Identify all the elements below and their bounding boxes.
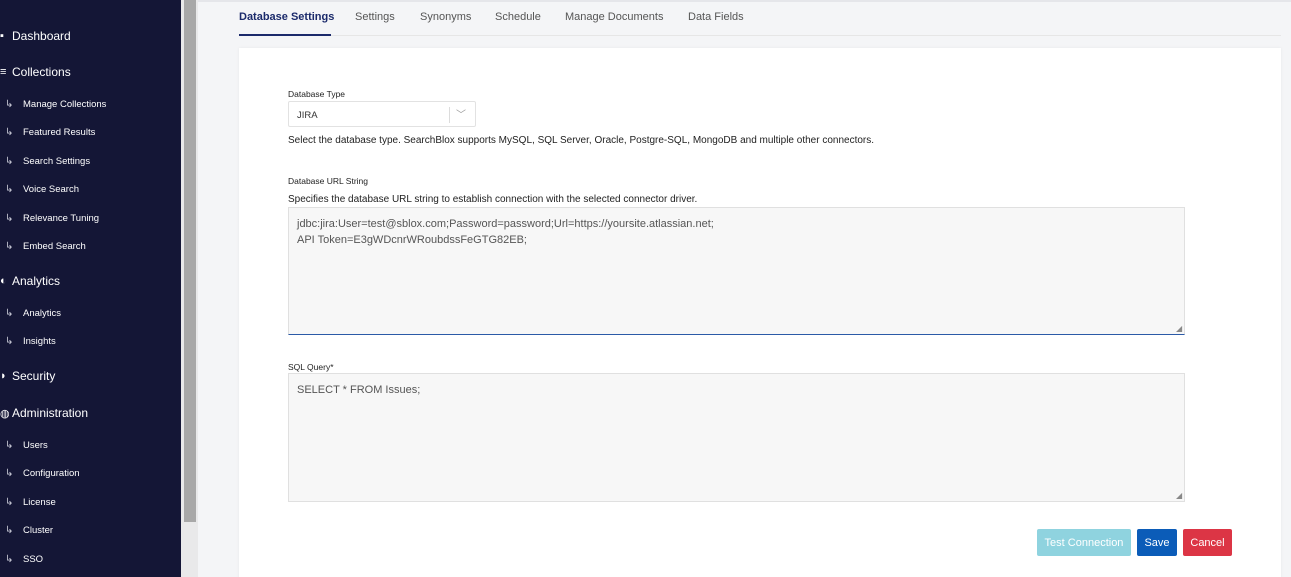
subitem-arrow-icon: ↳: [5, 127, 14, 138]
sidebar-item-label: Collections: [12, 65, 71, 79]
database-url-textarea[interactable]: jdbc:jira:User=test@sblox.com;Password=p…: [288, 207, 1185, 335]
test-connection-button[interactable]: Test Connection: [1037, 529, 1131, 556]
sidebar-item-analytics[interactable]: ↳ Analytics: [0, 308, 61, 319]
sidebar-item-insights[interactable]: ↳ Insights: [0, 336, 56, 347]
subitem-arrow-icon: ↳: [5, 497, 14, 508]
sidebar-item-label: Search Settings: [23, 156, 91, 167]
sidebar-item-label: SSO: [23, 554, 44, 565]
tab-manage-documents[interactable]: Manage Documents: [565, 11, 663, 23]
sidebar-item-label: Insights: [23, 336, 56, 347]
subitem-arrow-icon: ↳: [5, 184, 14, 195]
subitem-arrow-icon: ↳: [5, 213, 14, 224]
sidebar-item-label: Manage Collections: [23, 99, 107, 110]
dashboard-icon: ▪: [0, 30, 4, 42]
sql-query-label: SQL Query*: [288, 362, 334, 372]
subitem-arrow-icon: ↳: [5, 308, 14, 319]
sidebar-scrollbar-thumb[interactable]: [184, 0, 196, 522]
sidebar-item-relevance-tuning[interactable]: ↳ Relevance Tuning: [0, 213, 99, 224]
cancel-button[interactable]: Cancel: [1183, 529, 1232, 556]
subitem-arrow-icon: ↳: [5, 440, 14, 451]
sidebar-item-label: Security: [12, 369, 56, 383]
database-url-label: Database URL String: [288, 176, 369, 186]
subitem-arrow-icon: ↳: [5, 525, 14, 536]
collections-icon: ≡: [0, 66, 7, 78]
sidebar-item-search-settings[interactable]: ↳ Search Settings: [0, 156, 90, 167]
sidebar-item-label: Analytics: [12, 274, 61, 288]
sql-query-textarea[interactable]: SELECT * FROM Issues;: [288, 373, 1185, 502]
sidebar-item-sso[interactable]: ↳ SSO: [0, 554, 43, 565]
sidebar-item-featured-results[interactable]: ↳ Featured Results: [0, 127, 95, 138]
tab-schedule[interactable]: Schedule: [495, 11, 541, 23]
sidebar-item-label: Analytics: [23, 308, 62, 319]
resize-grip-icon[interactable]: ◢: [1176, 325, 1184, 333]
sidebar-item-label: Relevance Tuning: [23, 213, 100, 224]
sidebar-item-users[interactable]: ↳ Users: [0, 440, 48, 451]
administration-icon: ◍: [0, 407, 10, 420]
select-separator: [449, 107, 450, 123]
sidebar-item-label: Administration: [12, 406, 89, 420]
tab-synonyms[interactable]: Synonyms: [420, 11, 471, 23]
sidebar-item-label: Voice Search: [23, 184, 79, 195]
sidebar-item-security[interactable]: ◗ Security: [0, 369, 55, 383]
resize-grip-icon[interactable]: ◢: [1176, 492, 1184, 500]
security-icon: ◗: [0, 370, 7, 382]
sidebar-item-dashboard[interactable]: ▪ Dashboard: [0, 29, 71, 43]
subitem-arrow-icon: ↳: [5, 156, 14, 167]
sidebar-item-label: Cluster: [23, 525, 54, 536]
active-tab-indicator: [239, 34, 331, 36]
database-type-select[interactable]: JIRA ﹀: [288, 101, 476, 127]
sidebar-item-analytics-section[interactable]: ◐ Analytics: [0, 274, 60, 288]
tab-data-fields[interactable]: Data Fields: [688, 11, 744, 23]
subitem-arrow-icon: ↳: [5, 99, 14, 110]
database-type-help: Select the database type. SearchBlox sup…: [288, 135, 875, 146]
database-type-value: JIRA: [297, 110, 318, 121]
tab-bar: Database Settings Settings Synonyms Sche…: [239, 0, 1281, 36]
analytics-icon: ◐: [0, 275, 7, 287]
sidebar-item-administration[interactable]: ◍ Administration: [0, 406, 88, 420]
subitem-arrow-icon: ↳: [5, 468, 14, 479]
sidebar-item-label: Dashboard: [12, 29, 71, 43]
sidebar-item-label: Featured Results: [23, 127, 96, 138]
database-type-label: Database Type: [288, 89, 346, 99]
sidebar-item-configuration[interactable]: ↳ Configuration: [0, 468, 80, 479]
database-url-help: Specifies the database URL string to est…: [288, 194, 698, 205]
sidebar-item-label: License: [23, 497, 56, 508]
sidebar-item-label: Users: [23, 440, 48, 451]
chevron-down-icon[interactable]: ﹀: [456, 106, 466, 121]
sidebar: ▪ Dashboard ≡ Collections ↳ Manage Colle…: [0, 0, 181, 577]
subitem-arrow-icon: ↳: [5, 554, 14, 565]
sidebar-item-label: Configuration: [23, 468, 80, 479]
sidebar-item-manage-collections[interactable]: ↳ Manage Collections: [0, 99, 106, 110]
sidebar-item-cluster[interactable]: ↳ Cluster: [0, 525, 53, 536]
sidebar-item-collections[interactable]: ≡ Collections: [0, 65, 71, 79]
subitem-arrow-icon: ↳: [5, 241, 14, 252]
sidebar-item-voice-search[interactable]: ↳ Voice Search: [0, 184, 79, 195]
tab-settings[interactable]: Settings: [355, 11, 395, 23]
sidebar-item-license[interactable]: ↳ License: [0, 497, 56, 508]
subitem-arrow-icon: ↳: [5, 336, 14, 347]
sidebar-item-label: Embed Search: [23, 241, 86, 252]
save-button[interactable]: Save: [1137, 529, 1177, 556]
sidebar-item-embed-search[interactable]: ↳ Embed Search: [0, 241, 86, 252]
tab-database-settings[interactable]: Database Settings: [239, 11, 334, 23]
